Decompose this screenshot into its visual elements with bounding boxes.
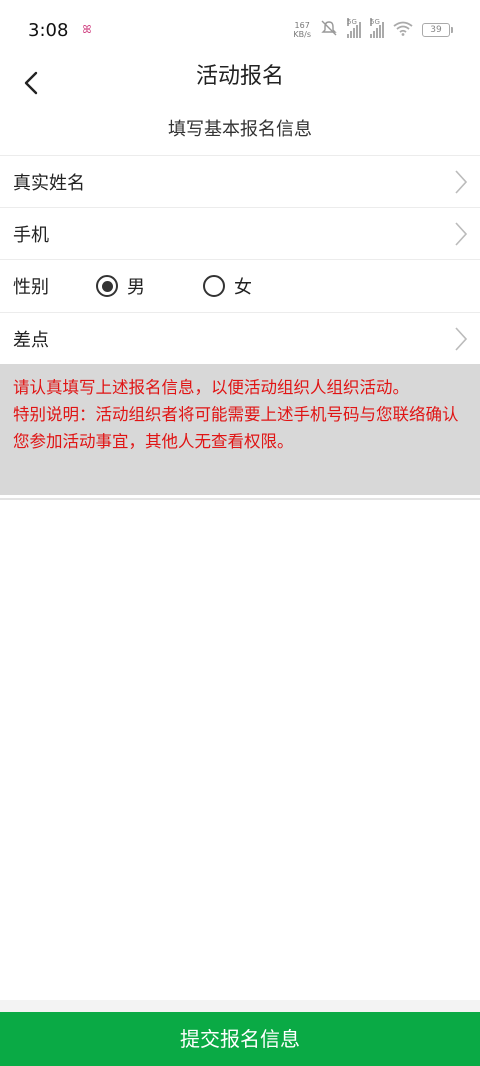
section-title: 填写基本报名信息 <box>168 119 312 140</box>
network-speed-value: 167 <box>294 21 310 30</box>
status-bar: 3:08 ꕤ 167 KB/s 5G 5G 39 <box>0 0 480 60</box>
gender-male-label: 男 <box>127 277 145 298</box>
notice-box: 请认真填写上述报名信息，以便活动组织人组织活动。 特别说明：活动组织者将可能需要… <box>0 364 480 495</box>
status-right: 167 KB/s 5G 5G 39 <box>293 18 453 40</box>
gender-radio-group: 男 女 <box>96 273 310 299</box>
chevron-right-icon <box>454 169 468 199</box>
form-row-name[interactable]: 真实姓名 <box>0 155 480 207</box>
notice-line-1: 请认真填写上述报名信息，以便活动组织人组织活动。 <box>13 378 409 397</box>
bottom-gap <box>0 1000 480 1012</box>
submit-button[interactable]: 提交报名信息 <box>0 1012 480 1066</box>
handicap-label: 差点 <box>13 329 49 351</box>
back-button[interactable] <box>12 63 52 103</box>
nav-bar: 活动报名 <box>0 60 480 110</box>
signal-2-tag: 5G <box>370 18 380 26</box>
mute-icon <box>320 20 338 40</box>
phone-label: 手机 <box>13 224 49 246</box>
name-label: 真实姓名 <box>13 172 85 194</box>
battery-icon: 39 <box>422 23 453 37</box>
radio-checked-icon <box>96 275 118 297</box>
form-row-handicap[interactable]: 差点 <box>0 312 480 364</box>
signal-icon-1: 5G <box>347 18 361 38</box>
notice-line-2: 特别说明：活动组织者将可能需要上述手机号码与您联络确认您参加活动事宜，其他人无查… <box>13 405 459 451</box>
wifi-icon <box>393 21 413 40</box>
status-left: 3:08 ꕤ <box>28 20 92 41</box>
chevron-right-icon <box>454 221 468 251</box>
chevron-right-icon <box>454 326 468 356</box>
radio-unchecked-icon <box>203 275 225 297</box>
network-speed-unit: KB/s <box>293 30 311 39</box>
form-row-gender: 性别 男 女 <box>0 259 480 312</box>
gender-option-female[interactable]: 女 <box>203 273 252 299</box>
gender-female-label: 女 <box>234 277 252 298</box>
notification-icon: ꕤ <box>82 23 92 36</box>
gender-label: 性别 <box>13 277 49 298</box>
back-arrow-icon <box>24 71 38 95</box>
gender-option-male[interactable]: 男 <box>96 273 145 299</box>
signal-1-tag: 5G <box>347 18 357 26</box>
network-speed: 167 KB/s <box>293 21 311 39</box>
page-title: 活动报名 <box>195 64 284 89</box>
signal-icon-2: 5G <box>370 18 384 38</box>
status-time: 3:08 <box>28 19 69 41</box>
form-row-phone[interactable]: 手机 <box>0 207 480 259</box>
divider <box>0 498 480 500</box>
